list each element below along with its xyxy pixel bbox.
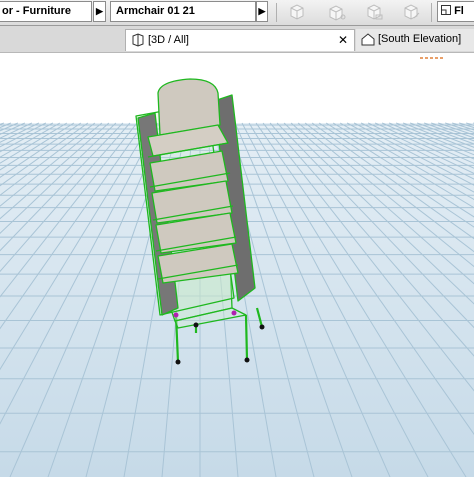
tab-3d-all[interactable]: [3D / All] ✕ bbox=[125, 29, 355, 51]
view-3d-icon-4[interactable] bbox=[400, 2, 422, 22]
sky-background bbox=[0, 53, 474, 123]
view-3d-icon-2[interactable] bbox=[326, 2, 348, 22]
floor-plan-label: Fl bbox=[454, 5, 464, 17]
element-id-field[interactable]: Armchair 01 21 bbox=[110, 1, 256, 22]
view-tab-bar: [3D / All] ✕ [South Elevation] bbox=[0, 26, 474, 53]
close-tab-icon[interactable]: ✕ bbox=[338, 30, 348, 50]
element-dropdown-arrow[interactable]: ▶ bbox=[256, 1, 268, 22]
toolbar-separator bbox=[276, 3, 277, 22]
3d-cube-icon bbox=[132, 33, 144, 47]
layer-dropdown-arrow[interactable]: ▶ bbox=[93, 1, 106, 22]
view-3d-icon-3[interactable] bbox=[363, 2, 385, 22]
tab-south-elevation[interactable]: [South Elevation] bbox=[356, 29, 474, 51]
info-toolbar: or - Furniture ▶ Armchair 01 21 ▶ Fl bbox=[0, 0, 474, 26]
3d-viewport[interactable] bbox=[0, 53, 474, 477]
tab-3d-label: [3D / All] bbox=[148, 34, 189, 46]
floor-plan-button[interactable]: Fl bbox=[437, 1, 474, 22]
view-3d-icon-1[interactable] bbox=[286, 2, 308, 22]
layer-field[interactable]: or - Furniture bbox=[0, 1, 92, 22]
tab-south-label: [South Elevation] bbox=[378, 33, 462, 45]
floor-plan-icon bbox=[441, 5, 451, 15]
toolbar-separator bbox=[431, 3, 432, 22]
house-elevation-icon bbox=[361, 33, 375, 46]
